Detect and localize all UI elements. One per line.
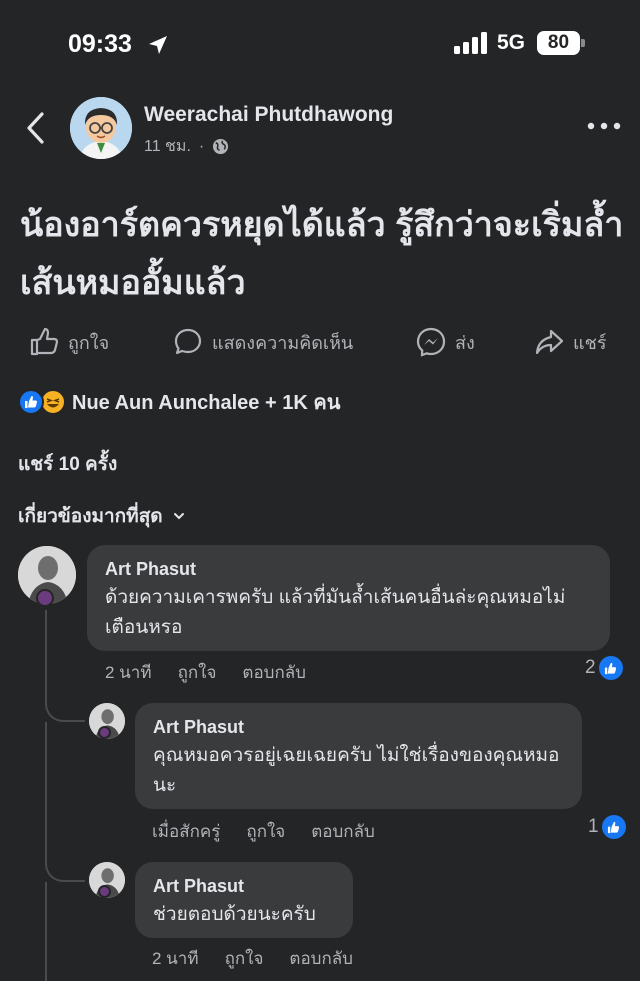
reactions-summary[interactable]: Nue Aun Aunchalee + 1K คน [18, 388, 340, 416]
thread-connector [45, 698, 85, 722]
chevron-down-icon [173, 513, 184, 520]
comment-like-count[interactable]: 1 [588, 815, 626, 839]
comment-text: คุณหมอควรอยู่เฉยเฉยครับ ไม่ใช่เรื่องของค… [153, 745, 560, 796]
battery-icon: 80 [537, 31, 585, 55]
network-type: 5G [497, 31, 526, 54]
globe-icon [213, 138, 229, 155]
comment-time[interactable]: 2 นาที [105, 659, 152, 686]
cartoon-avatar-icon [70, 97, 132, 159]
like-label: ถูกใจ [68, 332, 110, 353]
comment-meta: 2 นาที ถูกใจ ตอบกลับ [152, 945, 353, 972]
like-reaction-icon [18, 389, 44, 415]
comment-time[interactable]: เมื่อสักครู่ [152, 818, 220, 845]
status-bar: 09:33 5G 80 [0, 0, 640, 88]
comment-text: ด้วยความเคารพครับ แล้วที่มันล้ำเส้นคนอื่… [105, 587, 566, 638]
messenger-icon [416, 327, 446, 357]
battery-level: 80 [547, 32, 570, 53]
comment-button[interactable]: แสดงความคิดเห็น [172, 322, 353, 362]
thread-line [45, 882, 47, 981]
more-options-icon[interactable] [586, 116, 622, 136]
like-reaction-icon [601, 815, 626, 839]
post-actions: ถูกใจ แสดงความคิดเห็น ส่ง แชร์ [0, 322, 640, 362]
thread-line [45, 722, 47, 862]
comment-like-number: 2 [585, 657, 596, 678]
meta-separator: · [198, 137, 205, 155]
share-count[interactable]: แชร์ 10 ครั้ง [18, 449, 117, 479]
comment-time[interactable]: 2 นาที [152, 945, 199, 972]
thread-line [45, 610, 47, 700]
comment-reply-button[interactable]: ตอบกลับ [242, 659, 306, 686]
comment-bubble: Art Phasut ด้วยความเคารพครับ แล้วที่มันล… [87, 545, 610, 651]
comment-meta: เมื่อสักครู่ ถูกใจ ตอบกลับ [152, 818, 375, 845]
post-text: น้องอาร์ตควรหยุดได้แล้ว รู้สึกว่าจะเริ่ม… [20, 206, 624, 302]
comment-bubble-icon [174, 328, 202, 355]
share-label: แชร์ [573, 332, 607, 353]
like-button[interactable]: ถูกใจ [28, 322, 109, 362]
profile-frame-badge-icon [36, 589, 54, 607]
like-reaction-icon [598, 656, 623, 680]
thumbs-up-icon [30, 327, 59, 356]
comment-like-button[interactable]: ถูกใจ [178, 659, 217, 686]
share-arrow-icon [535, 329, 564, 355]
status-time: 09:33 [68, 30, 132, 58]
comment-text: ช่วยตอบด้วยนะครับ [153, 904, 316, 925]
comment-bubble: Art Phasut คุณหมอควรอยู่เฉยเฉยครับ ไม่ใช… [135, 703, 582, 809]
comment-label: แสดงความคิดเห็น [212, 332, 354, 353]
post-meta: 11 ชม. · [144, 134, 229, 159]
comment-reply-button[interactable]: ตอบกลับ [311, 818, 375, 845]
comment-meta: 2 นาที ถูกใจ ตอบกลับ [105, 659, 306, 686]
profile-frame-badge-icon [98, 726, 111, 739]
back-chevron-icon[interactable] [22, 110, 52, 146]
comment-like-button[interactable]: ถูกใจ [225, 945, 264, 972]
comment-author[interactable]: Art Phasut [153, 715, 564, 739]
send-label: ส่ง [455, 332, 475, 353]
post-time[interactable]: 11 ชม. [144, 134, 191, 159]
share-button[interactable]: แชร์ [533, 322, 607, 362]
send-button[interactable]: ส่ง [415, 322, 475, 362]
profile-frame-badge-icon [98, 885, 111, 898]
comment-like-number: 1 [588, 816, 599, 837]
comment-sort-dropdown[interactable]: เกี่ยวข้องมากที่สุด [18, 501, 185, 531]
comment-author[interactable]: Art Phasut [153, 874, 335, 898]
comment-bubble: Art Phasut ช่วยตอบด้วยนะครับ [135, 862, 353, 938]
signal-bars-icon [454, 32, 487, 54]
comment-author[interactable]: Art Phasut [105, 557, 592, 581]
location-arrow-icon [149, 36, 167, 54]
reactions-text: Nue Aun Aunchalee + 1K คน [72, 392, 341, 414]
author-avatar[interactable] [70, 97, 132, 159]
thread-connector [45, 860, 85, 882]
comment-like-button[interactable]: ถูกใจ [246, 818, 285, 845]
author-name[interactable]: Weerachai Phutdhawong [144, 103, 393, 127]
sort-label: เกี่ยวข้องมากที่สุด [18, 506, 163, 527]
comment-reply-button[interactable]: ตอบกลับ [289, 945, 353, 972]
comment-like-count[interactable]: 2 [585, 656, 623, 680]
